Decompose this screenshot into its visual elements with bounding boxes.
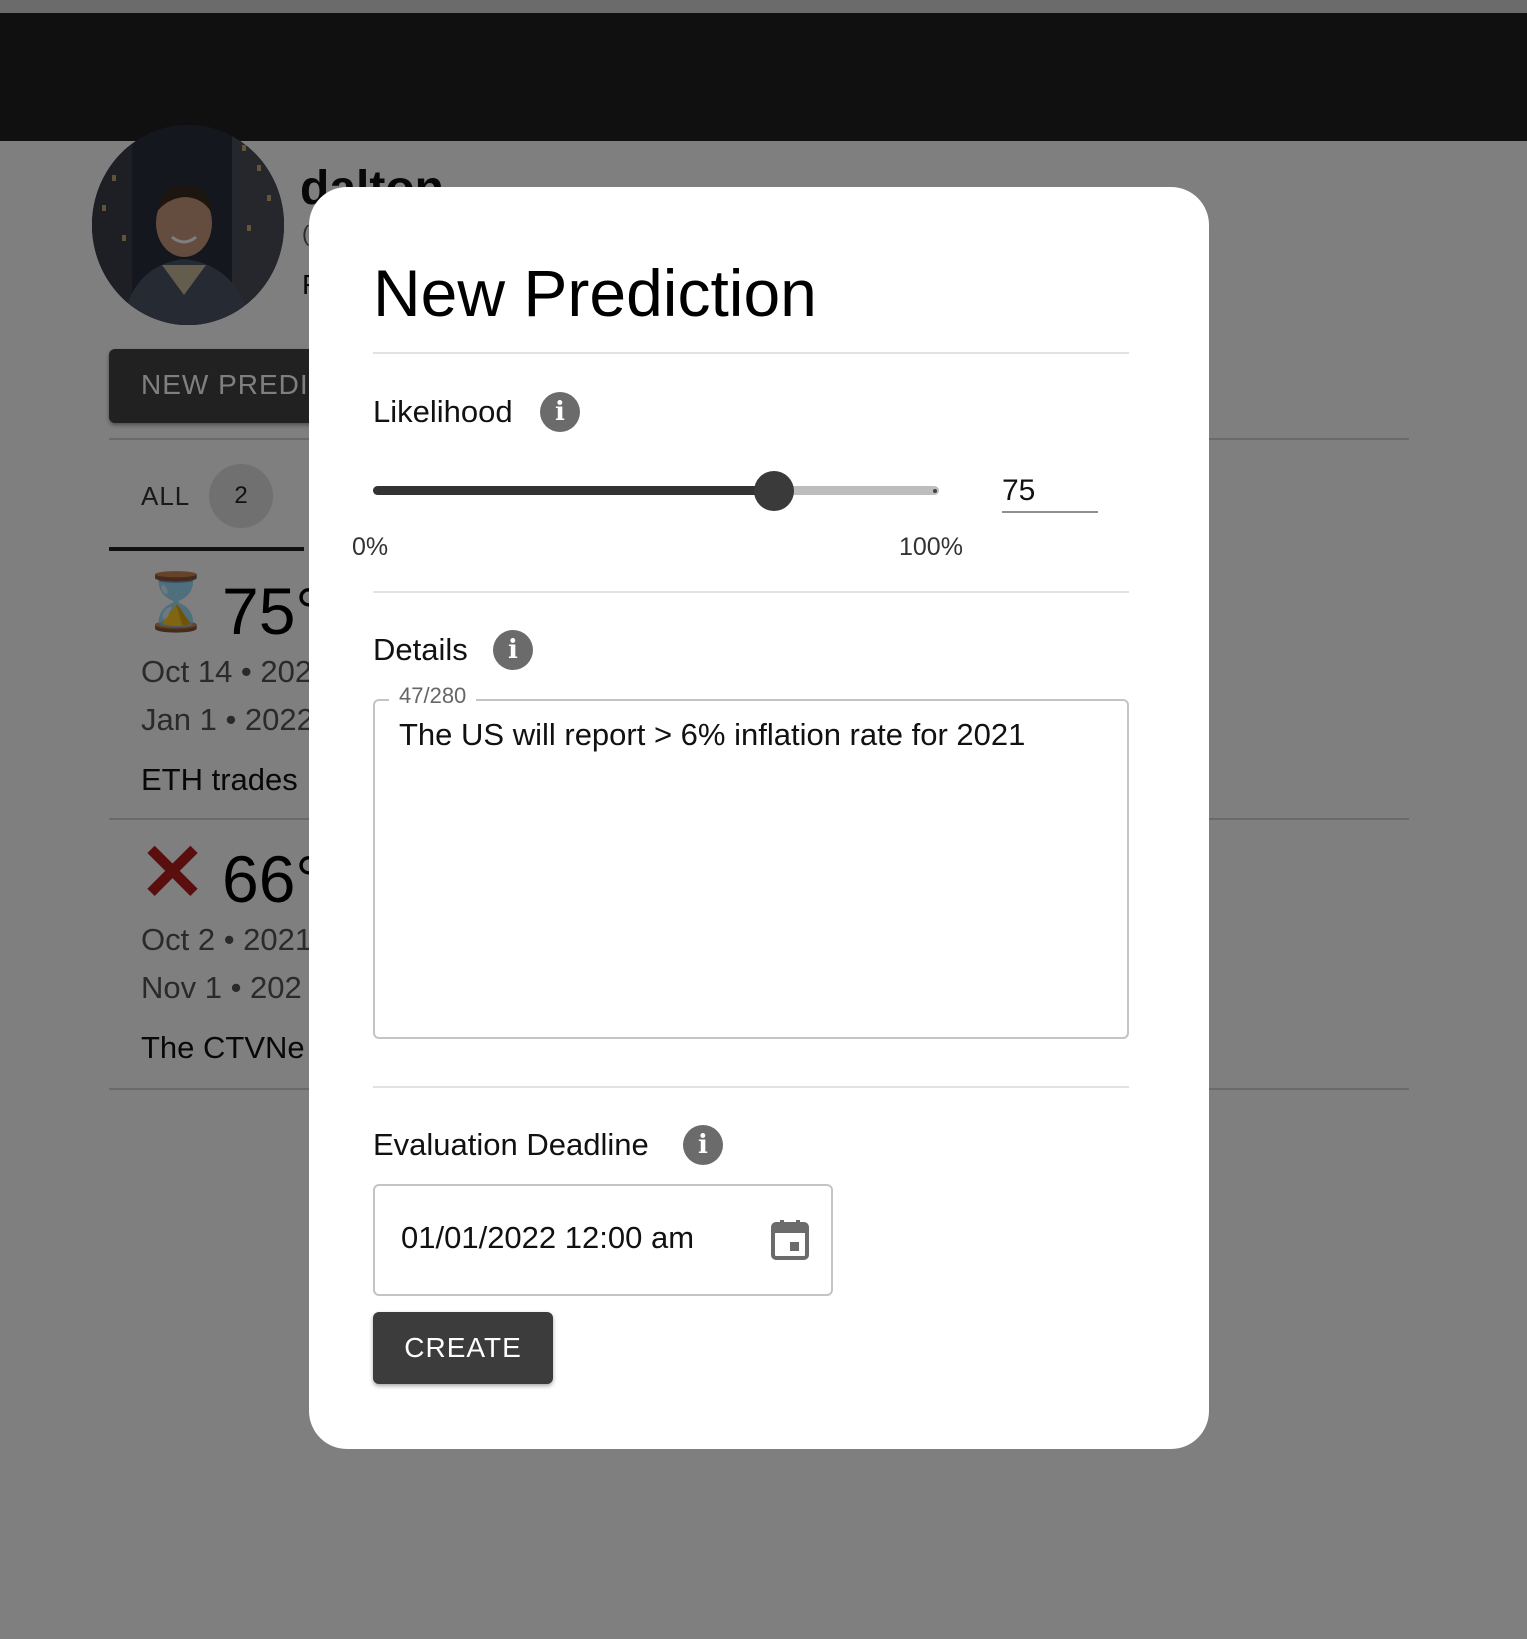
details-char-counter: 47/280 <box>389 683 477 709</box>
slider-thumb[interactable] <box>753 471 794 511</box>
slider-max-label: 100% <box>899 533 963 561</box>
likelihood-info-icon[interactable]: i <box>540 392 580 432</box>
deadline-label: Evaluation Deadline <box>373 1127 649 1162</box>
calendar-icon[interactable] <box>771 1220 809 1260</box>
deadline-info-icon[interactable]: i <box>683 1125 723 1165</box>
slider-end-mark <box>933 489 937 493</box>
likelihood-label: Likelihood <box>373 394 513 429</box>
create-button[interactable]: CREATE <box>373 1312 553 1384</box>
new-prediction-dialog: New Prediction Likelihood i 0% 100% Deta… <box>309 187 1209 1449</box>
divider <box>373 1086 1129 1088</box>
slider-min-label: 0% <box>352 533 389 561</box>
deadline-datetime-field[interactable]: 01/01/2022 12:00 am <box>373 1184 833 1296</box>
slider-track <box>373 486 774 495</box>
likelihood-slider[interactable] <box>373 471 939 511</box>
likelihood-input[interactable] <box>1002 471 1098 513</box>
details-textarea[interactable]: The US will report > 6% inflation rate f… <box>399 715 1119 1015</box>
dialog-title: New Prediction <box>373 256 817 330</box>
divider <box>373 591 1129 593</box>
details-info-icon[interactable]: i <box>493 630 533 670</box>
details-label: Details <box>373 632 468 667</box>
deadline-value: 01/01/2022 12:00 am <box>401 1220 695 1255</box>
divider <box>373 352 1129 354</box>
